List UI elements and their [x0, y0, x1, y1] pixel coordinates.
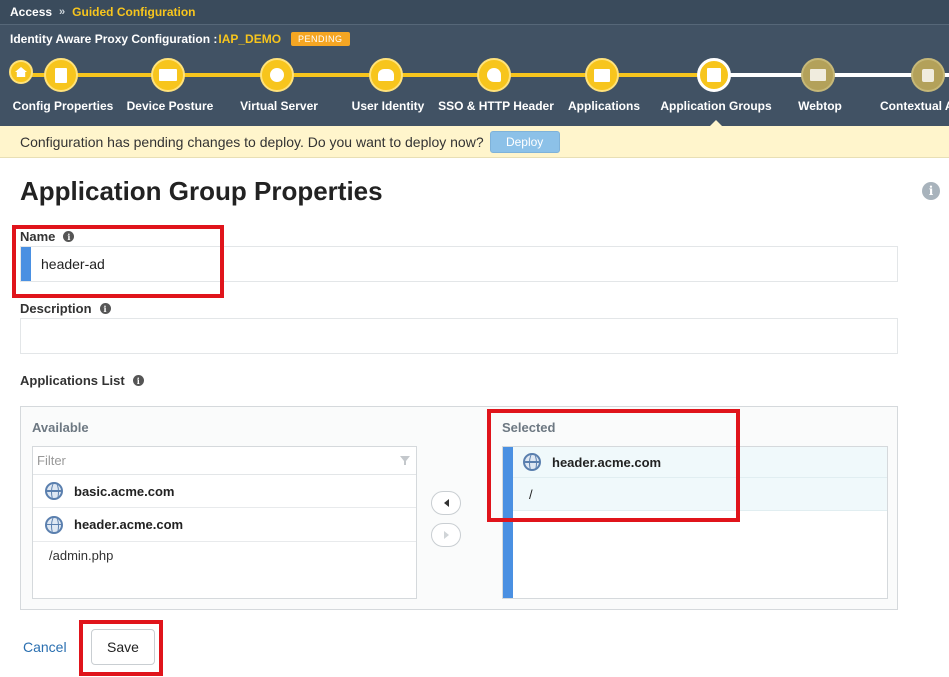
save-button[interactable]: Save [91, 629, 155, 665]
home-icon[interactable] [9, 60, 33, 84]
selected-path-root[interactable]: / [513, 478, 887, 511]
wizard-step-label: Contextual A [880, 99, 949, 113]
available-item-name: basic.acme.com [74, 483, 175, 499]
applications-list-picker: Available Filter basic.acme.com header.a… [20, 406, 898, 610]
config-title: Identity Aware Proxy Configuration : [10, 31, 218, 46]
page-title: Application Group Properties [20, 176, 383, 206]
required-indicator [21, 247, 31, 281]
description-field[interactable] [20, 318, 898, 354]
config-title-bar: Identity Aware Proxy Configuration : IAP… [0, 24, 949, 52]
wizard-step-label: Config Properties [12, 99, 114, 113]
status-badge: PENDING [291, 31, 350, 46]
description-label: Description i [20, 301, 111, 316]
available-path-text: /admin.php [49, 548, 114, 563]
pending-changes-notice: Configuration has pending changes to dep… [0, 126, 949, 158]
deploy-button[interactable]: Deploy [489, 130, 560, 153]
description-info-icon[interactable]: i [99, 303, 111, 314]
wizard-step-label: User Identity [351, 99, 425, 113]
arrow-right-icon [443, 531, 449, 539]
monitor-icon [801, 58, 835, 92]
wizard-step-label: Application Groups [660, 99, 772, 113]
available-item-header[interactable]: header.acme.com [33, 508, 416, 541]
app-group-icon [697, 58, 731, 92]
globe-icon [523, 453, 541, 471]
notice-text: Configuration has pending changes to dep… [20, 133, 484, 150]
selected-item-header[interactable]: header.acme.com [513, 447, 887, 478]
selected-list: header.acme.com / [502, 446, 888, 599]
lock-icon [911, 58, 945, 92]
name-field[interactable]: header-ad [20, 246, 898, 282]
arrow-left-icon [443, 499, 449, 507]
filter-placeholder: Filter [37, 453, 66, 468]
breadcrumb: Access » Guided Configuration [0, 0, 949, 24]
name-info-icon[interactable]: i [63, 231, 75, 242]
globe-icon [260, 58, 294, 92]
name-label: Name i [20, 229, 75, 244]
filter-input[interactable]: Filter [33, 447, 416, 475]
wizard-step-label: Webtop [798, 99, 842, 113]
window-icon [585, 58, 619, 92]
breadcrumb-root[interactable]: Access [10, 5, 52, 19]
wizard-steps: Config Properties Device Posture Virtual… [0, 52, 949, 126]
wizard-step-label: Device Posture [126, 99, 214, 113]
applications-list-label: Applications List i [20, 373, 144, 388]
description-label-text: Description [20, 301, 92, 316]
config-name: IAP_DEMO [218, 31, 282, 46]
id-card-icon [151, 58, 185, 92]
applications-list-info-icon[interactable]: i [132, 375, 144, 386]
available-item-name: header.acme.com [74, 517, 184, 532]
wizard-step-label: Virtual Server [240, 99, 318, 113]
name-label-text: Name [20, 229, 56, 244]
name-field-value: header-ad [41, 256, 105, 272]
available-list: Filter basic.acme.com header.acme.com /a… [32, 446, 417, 599]
breadcrumb-separator: » [59, 6, 66, 18]
cancel-link[interactable]: Cancel [23, 639, 67, 655]
key-icon [477, 58, 511, 92]
breadcrumb-current[interactable]: Guided Configuration [72, 5, 195, 19]
users-icon [369, 58, 403, 92]
available-path-admin[interactable]: /admin.php [33, 541, 416, 569]
document-icon [44, 58, 78, 92]
help-info-icon[interactable]: i [922, 182, 940, 200]
applications-list-label-text: Applications List [20, 373, 125, 388]
selected-path-text: / [529, 486, 533, 502]
move-left-button[interactable] [431, 491, 461, 515]
globe-icon [45, 515, 63, 534]
move-right-button[interactable] [431, 523, 461, 547]
required-indicator [503, 447, 513, 598]
available-item-basic[interactable]: basic.acme.com [33, 475, 416, 508]
selected-item-name: header.acme.com [552, 454, 662, 470]
filter-icon [400, 456, 410, 465]
wizard-step-label: Applications [567, 99, 641, 113]
selected-title: Selected [502, 420, 556, 435]
available-title: Available [32, 420, 89, 435]
wizard-step-label: SSO & HTTP Header [438, 99, 554, 113]
globe-icon [45, 482, 63, 500]
